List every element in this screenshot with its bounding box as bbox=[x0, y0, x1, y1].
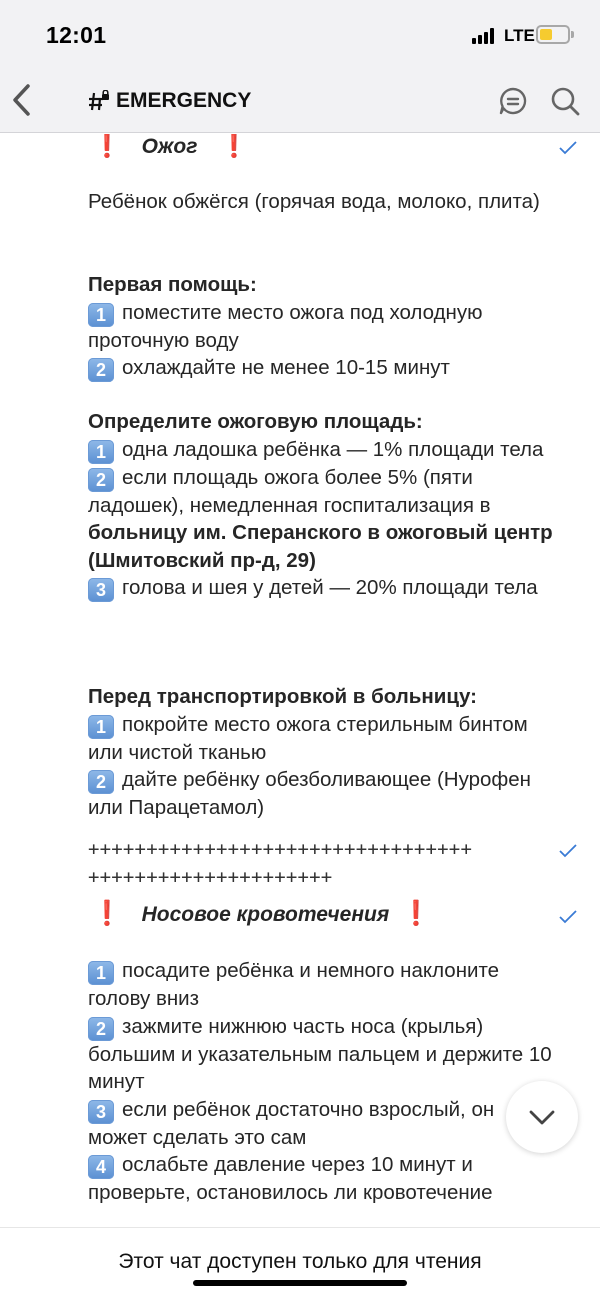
number-badge: 2 bbox=[88, 770, 114, 794]
exclamation-icon: ❗ bbox=[219, 134, 250, 159]
list-item: 2 если площадь ожога более 5% (пяти ладош… bbox=[88, 464, 558, 575]
number-badge: 3 bbox=[88, 578, 114, 602]
chat-info-button[interactable] bbox=[497, 85, 529, 117]
number-badge: 2 bbox=[88, 467, 114, 492]
number-badge: 2 bbox=[88, 358, 114, 382]
message-heading-burn: ❗ Ожог ❗ bbox=[88, 134, 558, 161]
list-item-text: если площадь ожога более 5% (пяти ладоше… bbox=[88, 465, 491, 517]
list-item: 2 дайте ребёнку обезболивающее (Нурофен и… bbox=[88, 766, 558, 822]
number-badge: 4 bbox=[88, 1155, 114, 1179]
list-item: 1 посадите ребёнка и немного наклоните го… bbox=[88, 957, 558, 1013]
number-badge: 1 bbox=[88, 714, 114, 739]
separator-message: +++++++++++++++++++++++++++++++++ ++++++… bbox=[88, 836, 558, 891]
exclamation-icon: ❗ bbox=[400, 900, 431, 927]
read-check-icon bbox=[559, 844, 577, 858]
list-item-text: если ребёнок достаточно взрослый, он мож… bbox=[88, 1097, 495, 1149]
list-item-text: ослабьте давление через 10 минут и прове… bbox=[88, 1153, 493, 1204]
private-channel-icon bbox=[89, 90, 109, 111]
battery-icon bbox=[536, 25, 570, 44]
back-button[interactable] bbox=[8, 80, 38, 120]
readonly-footer: Этот чат доступен только для чтения bbox=[0, 1227, 600, 1297]
chat-info-icon bbox=[499, 87, 527, 115]
hospital-address: больницу им. Сперанского в ожоговый цент… bbox=[88, 521, 553, 572]
exclamation-icon: ❗ bbox=[92, 900, 122, 927]
read-check-icon bbox=[559, 910, 577, 924]
section-heading: Определите ожоговую площадь: bbox=[88, 410, 423, 433]
list-item: 1 поместите место ожога под холодную прот… bbox=[88, 299, 558, 355]
separator-line: +++++++++++++++++++++ bbox=[88, 865, 333, 888]
chevron-left-icon bbox=[13, 84, 30, 116]
list-item: 3 голова и шея у детей — 20% площади тела bbox=[88, 574, 558, 602]
nav-bar: EMERGENCY bbox=[0, 70, 600, 133]
number-badge: 3 bbox=[88, 1099, 114, 1124]
scroll-to-bottom-button[interactable] bbox=[506, 1081, 578, 1153]
search-button[interactable] bbox=[549, 85, 581, 117]
message-burn-intro: Ребёнок обжёгся (горячая вода, молоко, п… bbox=[88, 190, 540, 213]
list-item-text: одна ладошка ребёнка — 1% площади тела bbox=[122, 437, 544, 461]
section-heading: Первая помощь: bbox=[88, 273, 257, 296]
chevron-down-icon bbox=[529, 1110, 555, 1125]
heading-title: Носовое кровотечения bbox=[141, 903, 390, 926]
status-bar: 12:01 LTE bbox=[0, 0, 600, 70]
list-item-text: зажмите нижнюю часть носа (крылья) больш… bbox=[88, 1014, 552, 1094]
message-heading-nosebleed: ❗ Носовое кровотечения ❗ bbox=[88, 900, 558, 929]
list-item: 4 ослабьте давление через 10 минут и пров… bbox=[88, 1151, 558, 1207]
exclamation-icon: ❗ bbox=[92, 134, 122, 159]
list-item: 1 одна ладошка ребёнка — 1% площади тела bbox=[88, 436, 558, 464]
list-item-text: дайте ребёнку обезболивающее (Нурофен ил… bbox=[88, 768, 531, 819]
list-item: 1 покройте место ожога стерильным бинтом … bbox=[88, 711, 558, 767]
network-type: LTE bbox=[504, 26, 535, 45]
number-badge: 1 bbox=[88, 961, 114, 985]
list-item-text: посадите ребёнка и немного наклоните гол… bbox=[88, 959, 500, 1010]
channel-name: EMERGENCY bbox=[116, 89, 252, 112]
signal-strength-icon bbox=[472, 28, 498, 44]
separator-line: +++++++++++++++++++++++++++++++++ bbox=[88, 838, 473, 860]
list-item: 3 если ребёнок достаточно взрослый, он мо… bbox=[88, 1096, 558, 1152]
section-heading: Перед транспортировкой в больницу: bbox=[88, 685, 477, 708]
list-item-text: голова и шея у детей — 20% площади тела bbox=[122, 576, 538, 599]
list-item-text: поместите место ожога под холодную прото… bbox=[88, 300, 483, 352]
burn-area-section: Определите ожоговую площадь: 1 одна ладош… bbox=[88, 408, 558, 602]
transport-section: Перед транспортировкой в больницу: 1 покр… bbox=[88, 683, 558, 822]
number-badge: 1 bbox=[88, 302, 114, 327]
list-item-text: покройте место ожога стерильным бинтом и… bbox=[88, 712, 528, 764]
list-item: 2 охлаждайте не менее 10-15 минут bbox=[88, 354, 558, 382]
home-indicator[interactable] bbox=[193, 1280, 407, 1286]
channel-title[interactable]: EMERGENCY bbox=[88, 89, 251, 113]
number-badge: 2 bbox=[88, 1016, 114, 1041]
message-list[interactable]: ❗ Ожог ❗ Ребёнок обжёгся (горячая вода, … bbox=[0, 134, 600, 1227]
number-badge: 1 bbox=[88, 439, 114, 464]
first-aid-section: Первая помощь: 1 поместите место ожога по… bbox=[88, 271, 558, 382]
heading-title: Ожог bbox=[141, 135, 198, 158]
battery-cap bbox=[571, 31, 574, 38]
readonly-notice: Этот чат доступен только для чтения bbox=[118, 1250, 482, 1273]
search-icon bbox=[551, 87, 580, 116]
status-time: 12:01 bbox=[46, 22, 107, 48]
read-check-icon bbox=[559, 141, 577, 155]
list-item-text: охлаждайте не менее 10-15 минут bbox=[122, 356, 450, 379]
nosebleed-steps: 1 посадите ребёнка и немного наклоните го… bbox=[88, 957, 558, 1207]
list-item: 2 зажмите нижнюю часть носа (крылья) боль… bbox=[88, 1013, 558, 1096]
